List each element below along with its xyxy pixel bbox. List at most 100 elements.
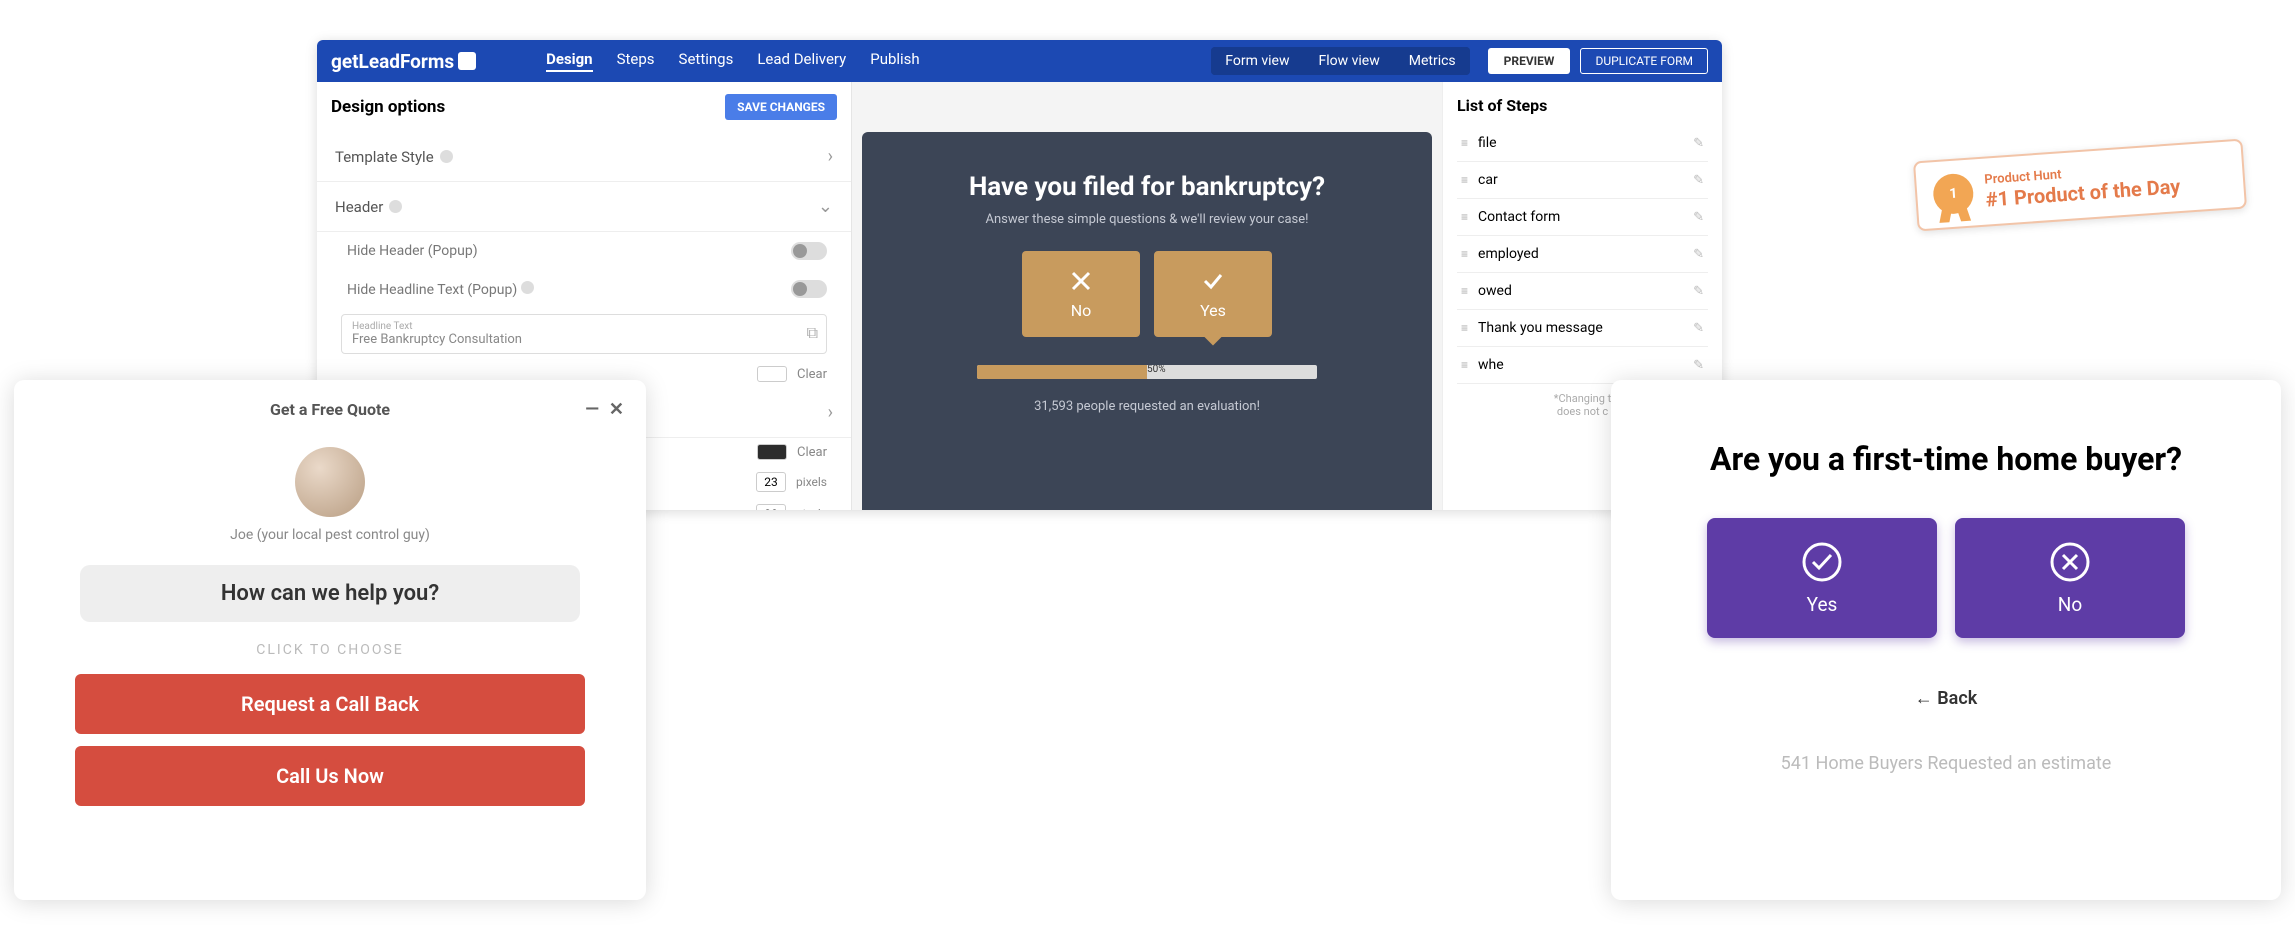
step-item[interactable]: ≡owed✎ bbox=[1457, 273, 1708, 310]
click-to-choose-label: CLICK TO CHOOSE bbox=[26, 642, 634, 658]
home-buyer-widget: Are you a first-time home buyer? Yes No … bbox=[1611, 380, 2281, 900]
step-item[interactable]: ≡file✎ bbox=[1457, 125, 1708, 162]
step-item[interactable]: ≡ whe✎ bbox=[1457, 347, 1708, 384]
headline-tiny-label: Headline Text bbox=[352, 321, 816, 332]
buyer-yes-button[interactable]: Yes bbox=[1707, 518, 1937, 638]
headline-text-field[interactable]: Headline Text Free Bankruptcy Consultati… bbox=[341, 314, 827, 354]
preview-title: Have you filed for bankruptcy? bbox=[892, 172, 1402, 202]
request-callback-button[interactable]: Request a Call Back bbox=[75, 674, 585, 734]
hide-header-row: Hide Header (Popup) bbox=[317, 232, 851, 270]
color-swatch-dark[interactable] bbox=[757, 444, 787, 460]
step-label: whe bbox=[1478, 357, 1693, 373]
panel-title: Design options bbox=[331, 97, 445, 117]
size-input-2[interactable] bbox=[756, 504, 786, 510]
step-item[interactable]: ≡ employed✎ bbox=[1457, 236, 1708, 273]
save-changes-button[interactable]: SAVE CHANGES bbox=[725, 94, 837, 120]
edit-icon[interactable]: ✎ bbox=[1693, 358, 1704, 373]
hide-headline-toggle[interactable] bbox=[791, 280, 827, 298]
chevron-down-icon: ⌄ bbox=[818, 196, 833, 217]
step-label: car bbox=[1478, 172, 1693, 188]
buyer-stat: 541 Home Buyers Requested an estimate bbox=[1651, 753, 2241, 774]
edit-icon[interactable]: ✎ bbox=[1693, 136, 1704, 151]
info-icon bbox=[521, 281, 534, 294]
nav-steps[interactable]: Steps bbox=[617, 50, 655, 72]
tab-flow-view[interactable]: Flow view bbox=[1304, 47, 1393, 75]
choice-yes-label: Yes bbox=[1200, 301, 1226, 320]
form-preview: Have you filed for bankruptcy? Answer th… bbox=[862, 132, 1432, 510]
edit-icon[interactable]: ✎ bbox=[1693, 173, 1704, 188]
unit-label-1: pixels bbox=[796, 475, 827, 489]
chat-bubble: How can we help you? bbox=[80, 565, 580, 622]
buyer-no-label: No bbox=[2058, 593, 2082, 616]
buyer-yes-label: Yes bbox=[1807, 593, 1838, 616]
nav-publish[interactable]: Publish bbox=[870, 50, 919, 72]
topbar-buttons: PREVIEW DUPLICATE FORM bbox=[1488, 48, 1708, 74]
template-style-row[interactable]: Template Style › bbox=[317, 132, 851, 182]
drag-icon[interactable]: ≡ bbox=[1461, 136, 1468, 150]
choice-no[interactable]: No bbox=[1022, 251, 1140, 337]
drag-icon[interactable]: ≡ bbox=[1461, 247, 1468, 261]
hide-headline-label: Hide Headline Text (Popup) bbox=[347, 282, 517, 298]
progress-fill bbox=[977, 365, 1147, 379]
minimize-icon[interactable]: — bbox=[585, 399, 599, 420]
hide-header-label: Hide Header (Popup) bbox=[347, 243, 478, 259]
main-nav: Design Steps Settings Lead Delivery Publ… bbox=[546, 50, 920, 72]
info-icon bbox=[389, 200, 402, 213]
copy-icon[interactable]: ⧉ bbox=[807, 323, 818, 343]
buyer-title: Are you a first-time home buyer? bbox=[1651, 440, 2241, 478]
drag-icon[interactable]: ≡ bbox=[1461, 173, 1468, 187]
hide-header-toggle[interactable] bbox=[791, 242, 827, 260]
steps-note-2: does not c bbox=[1557, 405, 1608, 418]
drag-icon[interactable]: ≡ bbox=[1461, 321, 1468, 335]
close-icon[interactable]: ✕ bbox=[609, 399, 624, 420]
header-label: Header bbox=[335, 198, 383, 216]
preview-button[interactable]: PREVIEW bbox=[1488, 48, 1571, 74]
preview-stat: 31,593 people requested an evaluation! bbox=[892, 399, 1402, 414]
quote-header: Get a Free Quote — ✕ bbox=[26, 392, 634, 427]
template-style-label: Template Style bbox=[335, 148, 434, 166]
tab-form-view[interactable]: Form view bbox=[1211, 47, 1303, 75]
clear-link-2[interactable]: Clear bbox=[797, 445, 827, 460]
medal-icon: 1 bbox=[1932, 173, 1975, 216]
step-item[interactable]: ≡ Contact form✎ bbox=[1457, 199, 1708, 236]
size-input-1[interactable] bbox=[756, 472, 786, 492]
chevron-right-icon: › bbox=[828, 146, 833, 167]
tab-metrics[interactable]: Metrics bbox=[1395, 47, 1470, 75]
panel-header: Design options SAVE CHANGES bbox=[317, 82, 851, 132]
edit-icon[interactable]: ✎ bbox=[1693, 321, 1704, 336]
product-hunt-badge: 1 Product Hunt #1 Product of the Day bbox=[1913, 139, 2247, 232]
unit-label-2: pixels bbox=[796, 507, 827, 510]
step-label: Thank you message bbox=[1478, 320, 1693, 336]
nav-lead-delivery[interactable]: Lead Delivery bbox=[757, 50, 846, 72]
back-button[interactable]: ← Back bbox=[1651, 688, 2241, 709]
duplicate-form-button[interactable]: DUPLICATE FORM bbox=[1580, 48, 1708, 74]
canvas: Have you filed for bankruptcy? Answer th… bbox=[852, 82, 1442, 510]
x-icon bbox=[1069, 269, 1093, 293]
header-row[interactable]: Header ⌄ bbox=[317, 182, 851, 232]
avatar bbox=[295, 447, 365, 517]
clear-link-1[interactable]: Clear bbox=[797, 367, 827, 382]
edit-icon[interactable]: ✎ bbox=[1693, 247, 1704, 262]
call-us-now-button[interactable]: Call Us Now bbox=[75, 746, 585, 806]
buyer-no-button[interactable]: No bbox=[1955, 518, 2185, 638]
edit-icon[interactable]: ✎ bbox=[1693, 210, 1704, 225]
edit-icon[interactable]: ✎ bbox=[1693, 284, 1704, 299]
view-tabs: Form view Flow view Metrics bbox=[1211, 47, 1469, 75]
step-item[interactable]: ≡ car✎ bbox=[1457, 162, 1708, 199]
step-item[interactable]: ≡ Thank you message✎ bbox=[1457, 310, 1708, 347]
drag-icon[interactable]: ≡ bbox=[1461, 284, 1468, 298]
drag-icon[interactable]: ≡ bbox=[1461, 358, 1468, 372]
drag-icon[interactable]: ≡ bbox=[1461, 210, 1468, 224]
quote-widget: Get a Free Quote — ✕ Joe (your local pes… bbox=[14, 380, 646, 900]
progress-bar: 50% bbox=[977, 365, 1317, 379]
step-label: employed bbox=[1478, 246, 1693, 262]
steps-title: List of Steps bbox=[1457, 96, 1708, 115]
nav-settings[interactable]: Settings bbox=[679, 50, 734, 72]
choice-yes[interactable]: Yes bbox=[1154, 251, 1272, 337]
x-circle-icon bbox=[2049, 541, 2091, 583]
color-swatch-light[interactable] bbox=[757, 366, 787, 382]
step-label: Contact form bbox=[1478, 209, 1693, 225]
quote-title: Get a Free Quote bbox=[270, 400, 390, 419]
progress-percent: 50% bbox=[1147, 365, 1166, 375]
nav-design[interactable]: Design bbox=[546, 50, 593, 72]
